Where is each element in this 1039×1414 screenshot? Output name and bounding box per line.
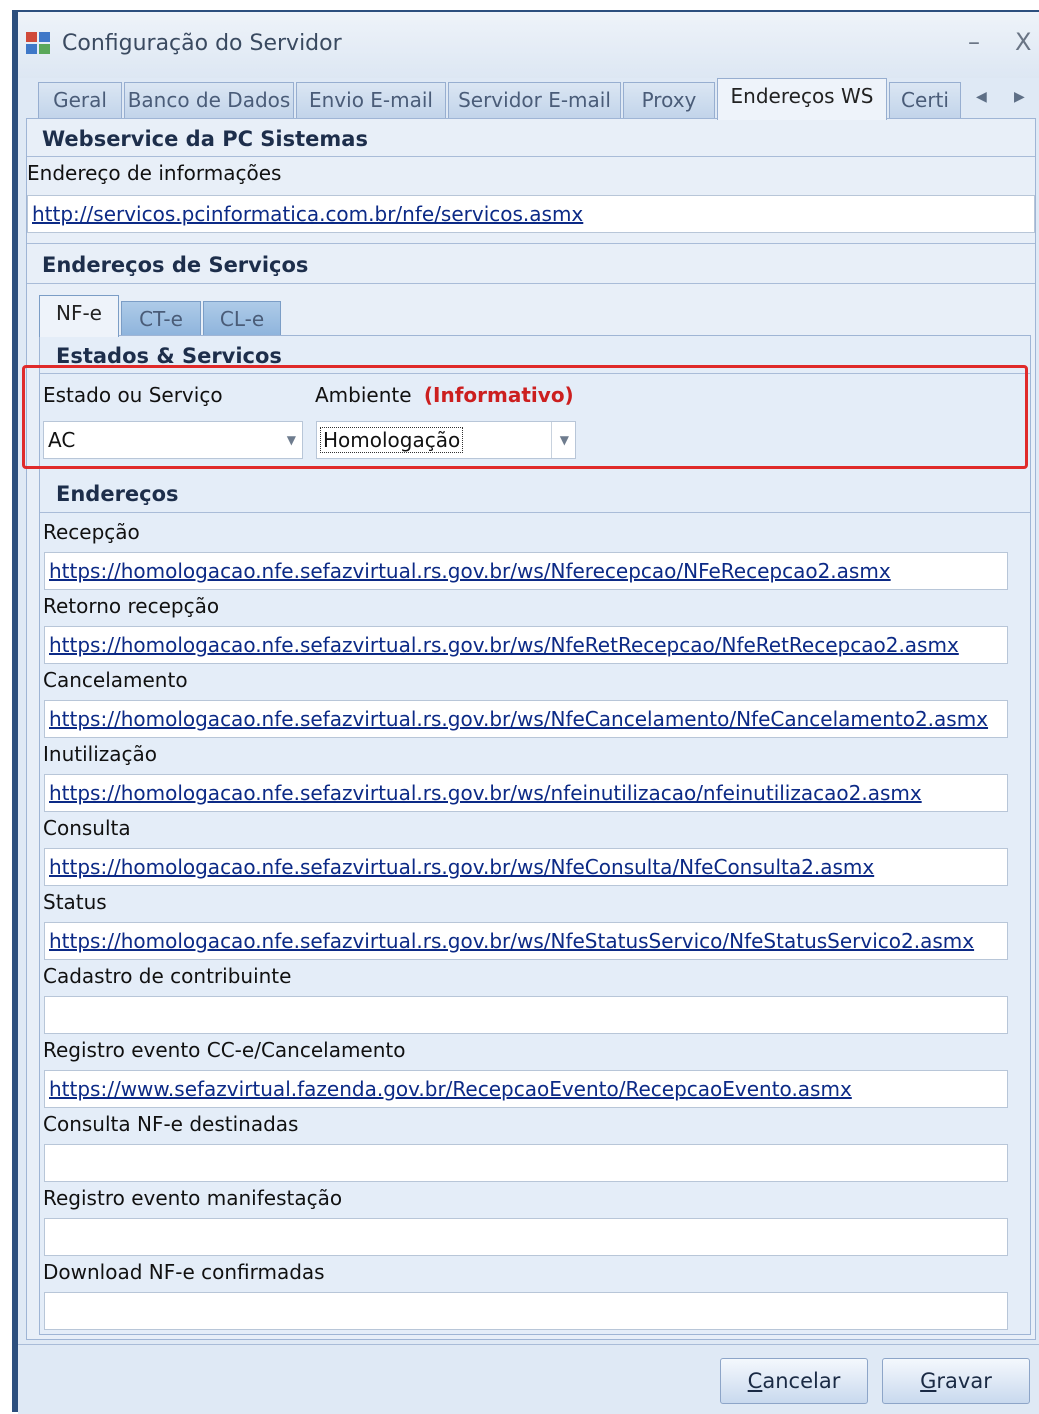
field-label: Consulta [43, 816, 131, 840]
field-label: Cadastro de contribuinte [43, 964, 292, 988]
servicos-heading: Endereços de Serviços [42, 253, 309, 277]
tab-scroll-right-icon[interactable]: ▶ [1014, 89, 1025, 105]
tab-envio-email[interactable]: Envio E-mail [296, 82, 446, 118]
consulta-destinadas-field[interactable] [44, 1144, 1008, 1182]
registro-evento-cce-field[interactable]: https://www.sefazvirtual.fazenda.gov.br/… [44, 1070, 1008, 1108]
status-field[interactable]: https://homologacao.nfe.sefazvirtual.rs.… [44, 922, 1008, 960]
dialog-footer: Cancelar Gravar [18, 1344, 1039, 1414]
divider [27, 243, 1035, 244]
consulta-field[interactable]: https://homologacao.nfe.sefazvirtual.rs.… [44, 848, 1008, 886]
registro-manifestacao-field[interactable] [44, 1218, 1008, 1256]
webservice-heading: Webservice da PC Sistemas [42, 127, 368, 151]
tab-cle[interactable]: CL-e [203, 301, 281, 337]
close-icon[interactable]: X [1015, 28, 1031, 56]
field-label: Status [43, 890, 107, 914]
info-address-field[interactable]: http://servicos.pcinformatica.com.br/nfe… [27, 195, 1035, 233]
tab-banco-de-dados[interactable]: Banco de Dados [124, 82, 294, 118]
info-address-value: http://servicos.pcinformatica.com.br/nfe… [32, 202, 584, 226]
tab-certificado[interactable]: Certi [889, 82, 961, 118]
retorno-recepcao-field[interactable]: https://homologacao.nfe.sefazvirtual.rs.… [44, 626, 1008, 664]
save-accel: G [920, 1369, 937, 1393]
field-label: Registro evento manifestação [43, 1186, 343, 1210]
field-value: https://homologacao.nfe.sefazvirtual.rs.… [49, 559, 891, 583]
inutilizacao-field[interactable]: https://homologacao.nfe.sefazvirtual.rs.… [44, 774, 1008, 812]
highlight-box [22, 365, 1028, 469]
tab-cte[interactable]: CT-e [121, 301, 201, 337]
cancel-button[interactable]: Cancelar [720, 1358, 868, 1404]
field-label: Consulta NF-e destinadas [43, 1112, 299, 1136]
enderecos-heading: Endereços [56, 482, 179, 506]
save-button[interactable]: Gravar [882, 1358, 1030, 1404]
field-value: https://www.sefazvirtual.fazenda.gov.br/… [49, 1077, 852, 1101]
tab-servidor-email[interactable]: Servidor E-mail [448, 82, 621, 118]
field-value: https://homologacao.nfe.sefazvirtual.rs.… [49, 855, 875, 879]
field-label: Retorno recepção [43, 594, 220, 618]
window-title: Configuração do Servidor [62, 31, 342, 56]
tab-geral[interactable]: Geral [38, 82, 122, 118]
tab-proxy[interactable]: Proxy [623, 82, 715, 118]
field-label: Cancelamento [43, 668, 188, 692]
field-label: Recepção [43, 520, 140, 544]
save-label: ravar [936, 1369, 992, 1393]
tab-nfe[interactable]: NF-e [39, 295, 119, 337]
app-icon [26, 32, 52, 56]
recepcao-field[interactable]: https://homologacao.nfe.sefazvirtual.rs.… [44, 552, 1008, 590]
cancel-accel: C [747, 1369, 763, 1393]
main-tab-strip: Geral Banco de Dados Envio E-mail Servid… [26, 78, 1036, 120]
cancelamento-field[interactable]: https://homologacao.nfe.sefazvirtual.rs.… [44, 700, 1008, 738]
field-value: https://homologacao.nfe.sefazvirtual.rs.… [49, 707, 989, 731]
config-window: Configuração do Servidor – X Geral Banco… [12, 10, 1039, 1414]
field-value: https://homologacao.nfe.sefazvirtual.rs.… [49, 633, 959, 657]
tab-scroll-left-icon[interactable]: ◀ [976, 89, 987, 105]
cancel-label: ancelar [762, 1369, 841, 1393]
cadastro-contribuinte-field[interactable] [44, 996, 1008, 1034]
minimize-icon[interactable]: – [968, 28, 980, 56]
divider [27, 283, 1035, 284]
title-bar: Configuração do Servidor – X [18, 12, 1039, 78]
divider [27, 156, 1035, 157]
field-label: Download NF-e confirmadas [43, 1260, 325, 1284]
field-value: https://homologacao.nfe.sefazvirtual.rs.… [49, 781, 922, 805]
tab-enderecos-ws[interactable]: Endereços WS [717, 78, 887, 120]
service-tab-strip: NF-e CT-e CL-e [39, 295, 1029, 337]
info-address-label: Endereço de informações [27, 161, 282, 185]
field-label: Registro evento CC-e/Cancelamento [43, 1038, 406, 1062]
field-label: Inutilização [43, 742, 158, 766]
enderecos-ws-panel: Webservice da PC Sistemas Endereço de in… [26, 118, 1036, 1340]
nfe-panel: Estados & Servicos Estado ou Serviço Amb… [39, 335, 1031, 1335]
download-confirmadas-field[interactable] [44, 1292, 1008, 1330]
divider [40, 512, 1030, 513]
field-value: https://homologacao.nfe.sefazvirtual.rs.… [49, 929, 975, 953]
